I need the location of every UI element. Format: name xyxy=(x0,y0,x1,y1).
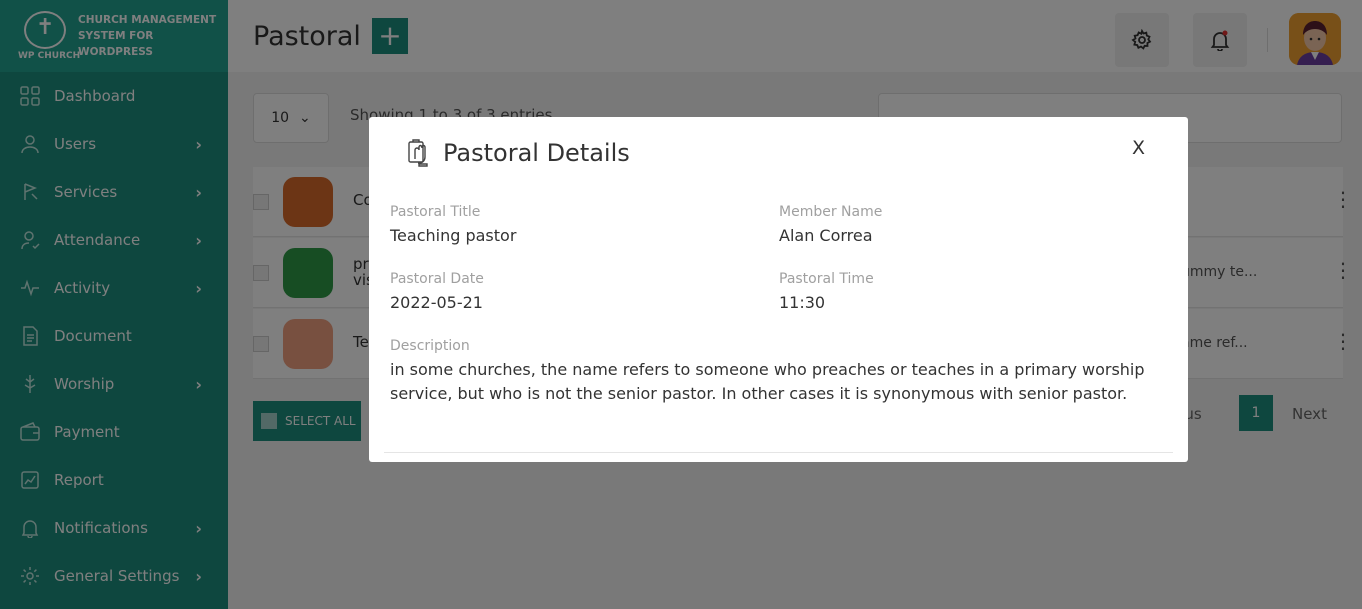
pastoral-date-label: Pastoral Date xyxy=(390,271,484,287)
modal-title: Pastoral Details xyxy=(443,139,630,167)
pastoral-time-label: Pastoral Time xyxy=(779,271,874,287)
description-label: Description xyxy=(390,338,470,354)
pastoral-time-value: 11:30 xyxy=(779,293,826,312)
pastoral-title-label: Pastoral Title xyxy=(390,204,481,220)
close-button[interactable]: X xyxy=(1132,137,1145,159)
modal-header: Pastoral Details xyxy=(407,139,630,167)
member-name-label: Member Name xyxy=(779,204,883,220)
member-name-value: Alan Correa xyxy=(779,226,873,245)
description-value: in some churches, the name refers to som… xyxy=(390,360,1145,403)
pastoral-date-value: 2022-05-21 xyxy=(390,293,483,312)
modal-divider xyxy=(384,452,1173,453)
praying-hands-icon xyxy=(408,139,428,167)
pastoral-details-modal: Pastoral Details X Pastoral Title Teachi… xyxy=(369,117,1188,462)
pastoral-title-value: Teaching pastor xyxy=(390,226,517,245)
